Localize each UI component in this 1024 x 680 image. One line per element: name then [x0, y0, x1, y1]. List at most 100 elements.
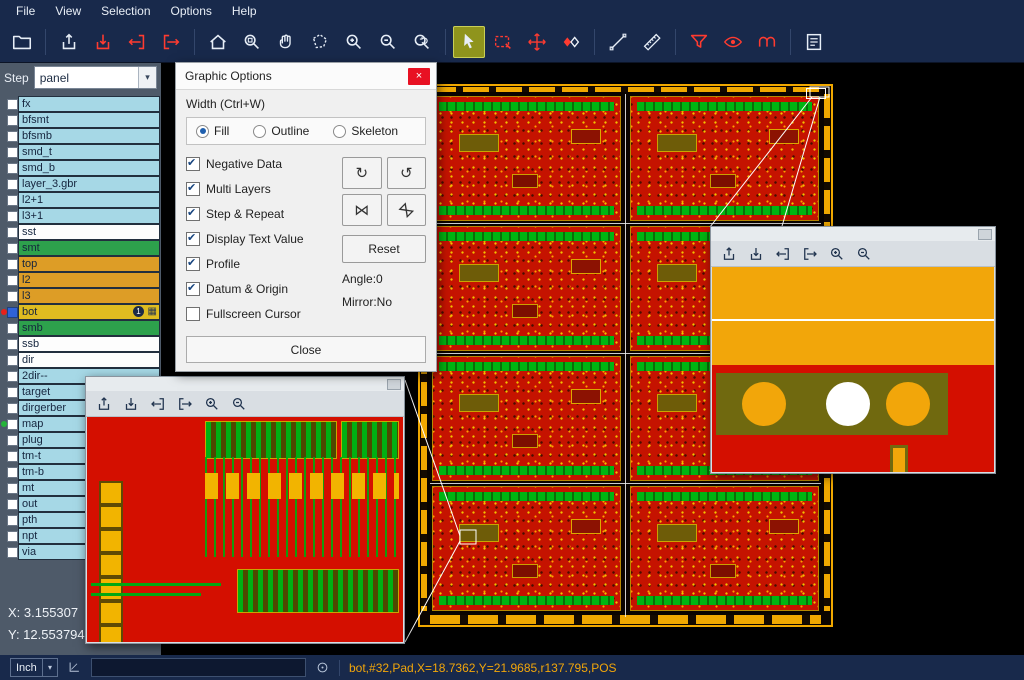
layer-checkbox[interactable] — [7, 275, 18, 286]
zoom1-import-down-button[interactable] — [119, 393, 143, 414]
layer-color-bar[interactable]: ssb ▦ — [18, 336, 160, 352]
zoom-previous-button[interactable] — [406, 26, 438, 58]
rotate-ccw-button[interactable]: ↺ — [387, 157, 427, 189]
dialog-titlebar[interactable]: Graphic Options × — [176, 63, 436, 90]
layer-row[interactable]: l3 ▦ — [0, 288, 161, 304]
home-button[interactable] — [202, 26, 234, 58]
checkbox-box[interactable] — [186, 157, 200, 171]
highlight-button[interactable] — [717, 26, 749, 58]
layer-checkbox[interactable] — [7, 291, 18, 302]
shift-right-button[interactable] — [155, 26, 187, 58]
layer-row[interactable]: l2 ▦ — [0, 272, 161, 288]
flip-copy-button[interactable] — [555, 26, 587, 58]
layer-checkbox[interactable] — [7, 531, 18, 542]
dialog-checkbox-row[interactable]: Fullscreen Cursor — [186, 307, 338, 321]
zoom1-shift-left-button[interactable] — [146, 393, 170, 414]
checkbox-box[interactable] — [186, 207, 200, 221]
zoom2-shift-left-button[interactable] — [771, 243, 795, 264]
zoom2-export-up-button[interactable] — [717, 243, 741, 264]
radio-option[interactable]: Outline — [253, 124, 309, 138]
layer-color-bar[interactable]: bfsmt ▦ — [18, 112, 160, 128]
reset-button[interactable]: Reset — [342, 235, 426, 263]
layer-checkbox[interactable] — [7, 387, 18, 398]
command-input[interactable] — [91, 658, 306, 677]
zoom-region-button[interactable] — [236, 26, 268, 58]
zoom2-import-down-button[interactable] — [744, 243, 768, 264]
layer-row[interactable]: bfsmt ▦ — [0, 112, 161, 128]
layer-color-bar[interactable]: sst ▦ — [18, 224, 160, 240]
layer-checkbox[interactable] — [7, 339, 18, 350]
dialog-checkbox-row[interactable]: Step & Repeat — [186, 207, 338, 221]
layer-checkbox[interactable] — [7, 131, 18, 142]
layer-row[interactable]: ssb ▦ — [0, 336, 161, 352]
close-button[interactable]: Close — [186, 336, 426, 363]
layer-checkbox[interactable] — [7, 195, 18, 206]
checkbox-box[interactable] — [186, 182, 200, 196]
layer-checkbox[interactable] — [7, 259, 18, 270]
layer-checkbox[interactable] — [7, 99, 18, 110]
filter-button[interactable] — [683, 26, 715, 58]
layer-color-bar[interactable]: smt ▦ — [18, 240, 160, 256]
layer-color-bar[interactable]: layer_3.gbr ▦ — [18, 176, 160, 192]
layer-row[interactable]: smb ▦ — [0, 320, 161, 336]
layer-checkbox[interactable] — [7, 467, 18, 478]
import-down-button[interactable] — [87, 26, 119, 58]
dialog-checkbox-row[interactable]: Negative Data — [186, 157, 338, 171]
zoom1-view[interactable] — [87, 417, 403, 642]
zoom2-view[interactable] — [712, 267, 994, 472]
net-trace-button[interactable] — [751, 26, 783, 58]
layer-color-bar[interactable]: l3 ▦ — [18, 288, 160, 304]
layer-color-bar[interactable]: bot 1 ▦ — [18, 304, 160, 320]
layer-row[interactable]: bot 1 ▦ — [0, 304, 161, 320]
zoom1-export-up-button[interactable] — [92, 393, 116, 414]
zoom1-shift-right-button[interactable] — [173, 393, 197, 414]
zoom2-titlebar[interactable] — [711, 227, 995, 241]
menu-item[interactable]: Options — [161, 2, 222, 20]
window-button[interactable] — [387, 379, 401, 390]
move-button[interactable] — [521, 26, 553, 58]
layer-row[interactable]: smd_t ▦ — [0, 144, 161, 160]
layer-color-bar[interactable]: smd_b ▦ — [18, 160, 160, 176]
pcb-board[interactable] — [432, 226, 621, 351]
zoom1-zoom-out-button[interactable] — [227, 393, 251, 414]
layer-row[interactable]: smt ▦ — [0, 240, 161, 256]
layer-checkbox[interactable] — [7, 163, 18, 174]
zoom2-shift-right-button[interactable] — [798, 243, 822, 264]
shift-left-button[interactable] — [121, 26, 153, 58]
layer-checkbox[interactable] — [7, 499, 18, 510]
ruler-button[interactable] — [636, 26, 668, 58]
layer-checkbox[interactable] — [7, 179, 18, 190]
layer-row[interactable]: l3+1 ▦ — [0, 208, 161, 224]
mirror-vertical-button[interactable]: ⋈ — [387, 194, 427, 226]
dialog-checkbox-row[interactable]: Display Text Value — [186, 232, 338, 246]
zoom2-zoom-out-button[interactable] — [852, 243, 876, 264]
layer-row[interactable]: fx ▦ — [0, 96, 161, 112]
zoom1-titlebar[interactable] — [86, 377, 404, 391]
layer-checkbox[interactable] — [7, 483, 18, 494]
layer-row[interactable]: bfsmb ▦ — [0, 128, 161, 144]
zoom2-zoom-in-button[interactable] — [825, 243, 849, 264]
pcb-board[interactable] — [432, 96, 621, 221]
layer-row[interactable]: smd_b ▦ — [0, 160, 161, 176]
layer-checkbox[interactable] — [7, 307, 18, 318]
layer-row[interactable]: sst ▦ — [0, 224, 161, 240]
layer-color-bar[interactable]: smb ▦ — [18, 320, 160, 336]
step-dropdown[interactable]: panel ▾ — [34, 66, 157, 89]
layer-color-bar[interactable]: bfsmb ▦ — [18, 128, 160, 144]
rotate-cw-button[interactable]: ↻ — [342, 157, 382, 189]
layer-row[interactable]: dir ▦ — [0, 352, 161, 368]
dialog-checkbox-row[interactable]: Multi Layers — [186, 182, 338, 196]
polygon-select-button[interactable] — [304, 26, 336, 58]
layer-color-bar[interactable]: dir ▦ — [18, 352, 160, 368]
dialog-close-button[interactable]: × — [408, 68, 430, 85]
layer-checkbox[interactable] — [7, 227, 18, 238]
origin-corner-icon[interactable] — [67, 660, 82, 675]
rect-select-button[interactable] — [487, 26, 519, 58]
menu-item[interactable]: Help — [222, 2, 267, 20]
checkbox-box[interactable] — [186, 307, 200, 321]
checkbox-box[interactable] — [186, 232, 200, 246]
recenter-icon[interactable] — [315, 660, 330, 675]
layer-color-bar[interactable]: l2+1 ▦ — [18, 192, 160, 208]
pcb-board[interactable] — [432, 486, 621, 611]
layer-checkbox[interactable] — [7, 243, 18, 254]
